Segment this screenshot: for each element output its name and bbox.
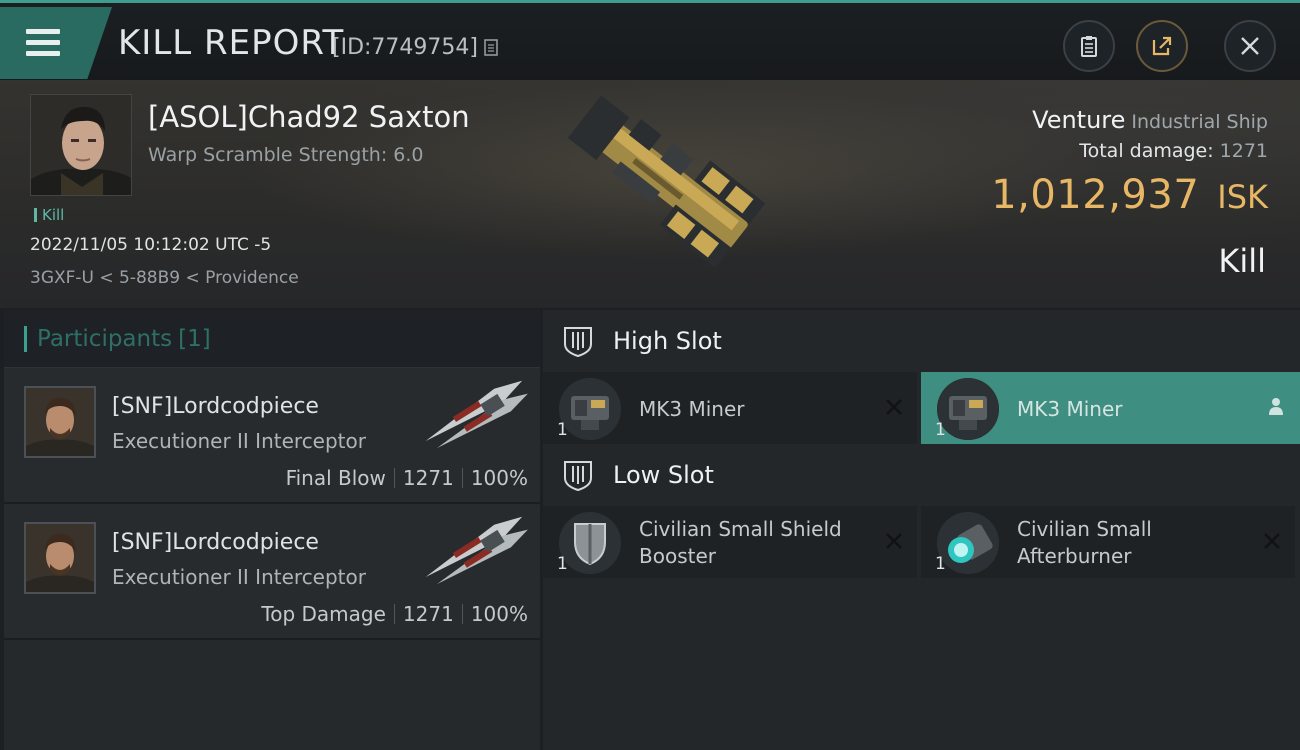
high-slot-title: High Slot bbox=[613, 327, 722, 355]
participants-count: [1] bbox=[178, 325, 211, 352]
participant-role: Top Damage bbox=[261, 602, 386, 626]
destroyed-x-icon bbox=[1264, 533, 1280, 549]
share-icon bbox=[1152, 36, 1172, 56]
high-slot-header: High Slot bbox=[543, 310, 1300, 372]
isk-unit: ISK bbox=[1217, 178, 1268, 216]
destroyed-x-icon bbox=[886, 399, 902, 415]
victim-ship-image bbox=[567, 95, 766, 269]
module-quantity: 1 bbox=[557, 420, 568, 440]
participant-damage: 1271 bbox=[402, 602, 454, 626]
participant-row[interactable]: [SNF]Lordcodpiece Executioner II Interce… bbox=[4, 504, 540, 640]
participant-role: Final Blow bbox=[285, 466, 386, 490]
person-icon bbox=[1269, 398, 1283, 415]
copy-icon[interactable] bbox=[484, 39, 500, 57]
module-name: Civilian Small Afterburner bbox=[1017, 517, 1152, 568]
module-name: Civilian Small Shield Booster bbox=[639, 517, 842, 568]
victim-ship[interactable]: Venture Industrial Ship bbox=[1032, 106, 1268, 134]
participant-ship-image bbox=[425, 516, 528, 585]
module-name: MK3 Miner bbox=[1017, 397, 1123, 421]
victim-name[interactable]: [ASOL]Chad92 Saxton bbox=[148, 100, 470, 134]
header-accent-bar bbox=[24, 325, 27, 352]
warp-scramble-strength: Warp Scramble Strength: 6.0 bbox=[148, 144, 424, 166]
page-title: KILL REPORT bbox=[118, 23, 345, 63]
participants-panel: Participants [1] [SNF]Lordcodpiece Execu… bbox=[4, 310, 540, 750]
afterburner-icon bbox=[937, 512, 999, 574]
total-damage: Total damage: 1271 bbox=[1079, 140, 1268, 162]
high-slot-row: 1 MK3 Miner 1 MK3 Miner bbox=[543, 372, 1300, 444]
participant-stats: Final Blow 1271 100% bbox=[286, 466, 528, 490]
clipboard-button[interactable] bbox=[1063, 20, 1115, 72]
module-card-dropped[interactable]: 1 MK3 Miner bbox=[921, 372, 1300, 444]
miner-module-icon bbox=[559, 378, 621, 440]
participant-name: [SNF]Lordcodpiece bbox=[112, 530, 319, 555]
hamburger-icon bbox=[26, 29, 60, 57]
participant-avatar bbox=[24, 522, 96, 594]
module-name: MK3 Miner bbox=[639, 397, 745, 421]
share-button[interactable] bbox=[1136, 20, 1188, 72]
kill-datetime: 2022/11/05 10:12:02 UTC -5 bbox=[30, 235, 272, 255]
participant-percent: 100% bbox=[470, 602, 528, 626]
participant-row[interactable]: [SNF]Lordcodpiece Executioner II Interce… bbox=[4, 368, 540, 504]
kill-tag: Kill bbox=[34, 206, 64, 224]
participants-label: Participants bbox=[37, 325, 173, 352]
kill-summary-panel: [ASOL]Chad92 Saxton Warp Scramble Streng… bbox=[0, 80, 1300, 308]
module-card[interactable]: 1 Civilian Small Afterburner bbox=[921, 506, 1295, 578]
participant-avatar bbox=[24, 386, 96, 458]
shield-booster-icon bbox=[559, 512, 621, 574]
victim-portrait[interactable] bbox=[30, 94, 132, 196]
isk-value: 1,012,937 bbox=[991, 172, 1200, 218]
total-damage-label: Total damage: bbox=[1079, 140, 1214, 162]
low-slot-title: Low Slot bbox=[613, 461, 714, 489]
participant-stats: Top Damage 1271 100% bbox=[261, 602, 528, 626]
report-id: [ID:7749754] bbox=[332, 35, 478, 60]
high-slot-icon bbox=[564, 327, 592, 358]
low-slot-header: Low Slot bbox=[543, 444, 1300, 506]
clipboard-icon bbox=[1081, 36, 1097, 57]
header-bar: KILL REPORT [ID:7749754] bbox=[0, 0, 1300, 80]
result-label: Kill bbox=[1218, 242, 1266, 280]
total-damage-value: 1271 bbox=[1219, 140, 1268, 162]
participant-ship: Executioner II Interceptor bbox=[112, 565, 366, 589]
ship-name: Venture bbox=[1032, 106, 1126, 134]
module-quantity: 1 bbox=[935, 554, 946, 574]
low-slot-icon bbox=[564, 461, 592, 492]
low-slot-row: 1 Civilian Small Shield Booster 1 Civili… bbox=[543, 506, 1300, 578]
close-button[interactable] bbox=[1224, 20, 1276, 72]
fitting-panel: High Slot 1 MK3 Miner 1 MK3 Miner Low Sl… bbox=[543, 310, 1300, 750]
participant-percent: 100% bbox=[470, 466, 528, 490]
participant-ship-image bbox=[425, 380, 528, 449]
isk-value-row: 1,012,937 ISK bbox=[991, 172, 1268, 218]
participants-header[interactable]: Participants [1] bbox=[4, 310, 540, 368]
module-quantity: 1 bbox=[935, 420, 946, 440]
close-icon bbox=[1241, 37, 1259, 55]
participant-name: [SNF]Lordcodpiece bbox=[112, 394, 319, 419]
kill-location[interactable]: 3GXF-U < 5-88B9 < Providence bbox=[30, 268, 299, 288]
ship-class: Industrial Ship bbox=[1131, 111, 1268, 133]
miner-module-icon bbox=[937, 378, 999, 440]
destroyed-x-icon bbox=[886, 533, 902, 549]
module-quantity: 1 bbox=[557, 554, 568, 574]
participant-ship: Executioner II Interceptor bbox=[112, 429, 366, 453]
participant-damage: 1271 bbox=[402, 466, 454, 490]
module-card[interactable]: 1 MK3 Miner bbox=[543, 372, 917, 444]
menu-button[interactable] bbox=[0, 7, 112, 79]
module-card[interactable]: 1 Civilian Small Shield Booster bbox=[543, 506, 917, 578]
